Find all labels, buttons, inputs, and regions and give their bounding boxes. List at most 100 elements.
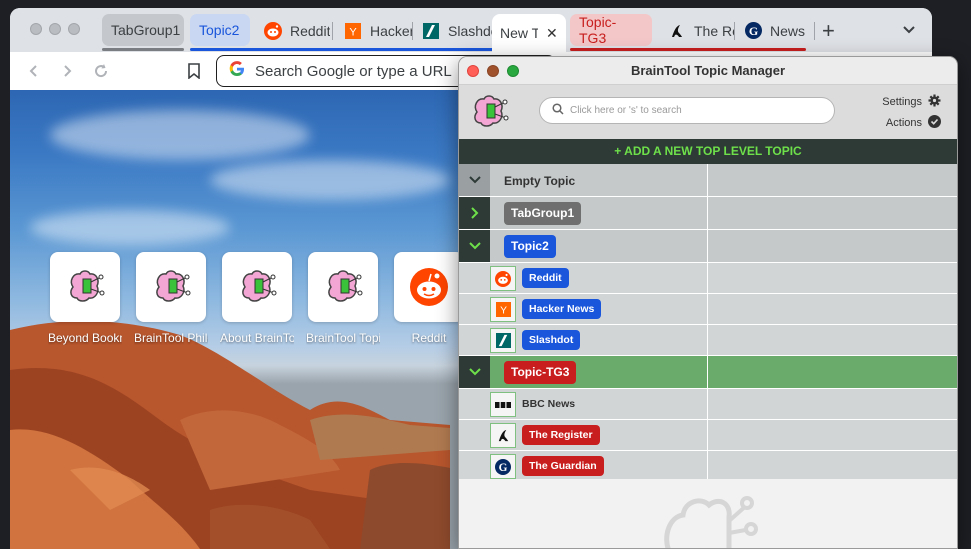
topic-row[interactable]: TabGroup1 (459, 197, 957, 230)
braintool-icon (50, 252, 120, 322)
braintool-empty-area (459, 479, 957, 548)
hacker-news-icon: Y (344, 22, 362, 40)
column-divider (707, 325, 708, 355)
topic-chip[interactable]: Topic2 (504, 235, 556, 258)
topic-chip[interactable]: TabGroup1 (504, 202, 582, 225)
topic-row-selected[interactable]: Topic-TG3 (459, 356, 957, 389)
topic-title: Empty Topic (504, 174, 576, 188)
back-arrow-icon[interactable] (24, 61, 44, 81)
column-divider (707, 230, 708, 262)
guardian-icon: G (744, 22, 762, 40)
add-top-level-topic-button[interactable]: + ADD A NEW TOP LEVEL TOPIC (459, 139, 957, 164)
chevron-right-icon[interactable] (459, 197, 490, 229)
google-icon (229, 61, 245, 81)
svg-text:Y: Y (500, 306, 507, 317)
minimize-window-button[interactable] (49, 23, 61, 35)
braintool-logo-icon (469, 92, 509, 137)
shortcut-tile[interactable]: Beyond Bookmarks (48, 252, 122, 345)
actions-button[interactable]: Actions (886, 115, 941, 131)
chevron-down-icon[interactable] (459, 356, 490, 388)
gear-icon (928, 94, 941, 110)
close-window-button[interactable] (467, 65, 479, 77)
tab-group-underline (570, 48, 806, 51)
reddit-icon (490, 266, 516, 291)
search-placeholder: Click here or 's' to search (570, 105, 682, 116)
link-chip[interactable]: Hacker News (522, 299, 602, 319)
close-window-button[interactable] (30, 23, 42, 35)
check-circle-icon (928, 115, 941, 131)
tab-hacker-news[interactable]: Y Hacker News (334, 15, 412, 46)
tab-group-topic2[interactable]: Topic2 (190, 14, 250, 46)
braintool-window-title: BrainTool Topic Manager (459, 57, 957, 85)
search-icon (552, 103, 564, 118)
column-divider (707, 263, 708, 293)
shortcut-tile[interactable]: BrainTool Philosophy (134, 252, 208, 345)
tab-reddit[interactable]: Reddit (254, 15, 332, 46)
guardian-icon: G (490, 454, 516, 479)
column-divider (707, 197, 708, 229)
link-chip[interactable]: Slashdot (522, 330, 581, 350)
hacker-news-icon: Y (490, 297, 516, 322)
bookmark-icon[interactable] (184, 61, 204, 81)
link-row[interactable]: Y Hacker News (459, 294, 957, 325)
tab-group-tabgroup1[interactable]: TabGroup1 (102, 14, 184, 46)
maximize-window-button[interactable] (68, 23, 80, 35)
link-row[interactable]: BBC News (459, 389, 957, 420)
tab-search-chevron-icon[interactable] (902, 22, 916, 40)
column-divider (707, 389, 708, 419)
braintool-icon (308, 252, 378, 322)
tab-new-tab-active[interactable]: New Tab ✕ (492, 14, 566, 52)
column-divider (707, 451, 708, 481)
settings-button[interactable]: Settings (882, 94, 941, 110)
shortcut-tile[interactable]: About BrainTool (220, 252, 294, 345)
maximize-window-button[interactable] (507, 65, 519, 77)
shortcut-tile[interactable]: Reddit (392, 252, 466, 345)
svg-text:G: G (748, 24, 757, 38)
column-divider (707, 164, 708, 196)
chevron-down-icon[interactable] (459, 230, 490, 262)
bbc-icon (490, 392, 516, 417)
tab-slashdot[interactable]: Slashdot (412, 15, 492, 46)
tab-separator (332, 22, 333, 40)
link-chip[interactable]: The Register (522, 425, 600, 445)
column-divider (707, 420, 708, 450)
close-tab-icon[interactable]: ✕ (546, 25, 558, 42)
shortcut-tile[interactable]: BrainTool Topic Manager (306, 252, 380, 345)
slashdot-icon (422, 22, 440, 40)
minimize-window-button[interactable] (487, 65, 499, 77)
register-icon (668, 22, 686, 40)
link-row[interactable]: Reddit (459, 263, 957, 294)
column-divider (707, 294, 708, 324)
forward-arrow-icon[interactable] (57, 61, 77, 81)
reddit-icon (264, 21, 282, 40)
reload-icon[interactable] (91, 61, 111, 81)
braintool-watermark-icon (664, 496, 758, 548)
braintool-icon (222, 252, 292, 322)
chevron-down-icon[interactable] (459, 164, 490, 196)
link-chip[interactable]: The Guardian (522, 456, 604, 476)
link-row[interactable]: G The Guardian (459, 451, 957, 482)
braintool-icon (136, 252, 206, 322)
svg-text:Y: Y (349, 26, 357, 38)
tab-group-underline (190, 48, 496, 51)
braintool-header: Click here or 's' to search Settings Act… (459, 85, 957, 139)
link-row[interactable]: Slashdot (459, 325, 957, 356)
link-row[interactable]: The Register (459, 420, 957, 451)
braintool-window: BrainTool Topic Manager Click here or 's… (458, 56, 958, 549)
topic-row[interactable]: Topic2 (459, 230, 957, 263)
slashdot-icon (490, 328, 516, 353)
topic-search-input[interactable]: Click here or 's' to search (539, 97, 835, 124)
topic-chip[interactable]: Topic-TG3 (504, 361, 577, 384)
tab-the-register[interactable]: The Register (658, 15, 734, 46)
link-chip[interactable]: Reddit (522, 268, 569, 288)
register-icon (490, 423, 516, 448)
tab-group-topic-tg3[interactable]: Topic-TG3 (570, 14, 652, 46)
topic-row[interactable]: Empty Topic (459, 164, 957, 197)
omnibox-placeholder: Search Google or type a URL (255, 62, 452, 80)
tab-guardian-news[interactable]: G News (734, 15, 810, 46)
tab-group-underline (102, 48, 184, 51)
reddit-icon (394, 252, 464, 322)
new-tab-button[interactable]: + (822, 18, 835, 44)
column-divider (707, 356, 708, 388)
link-title[interactable]: BBC News (522, 398, 575, 410)
